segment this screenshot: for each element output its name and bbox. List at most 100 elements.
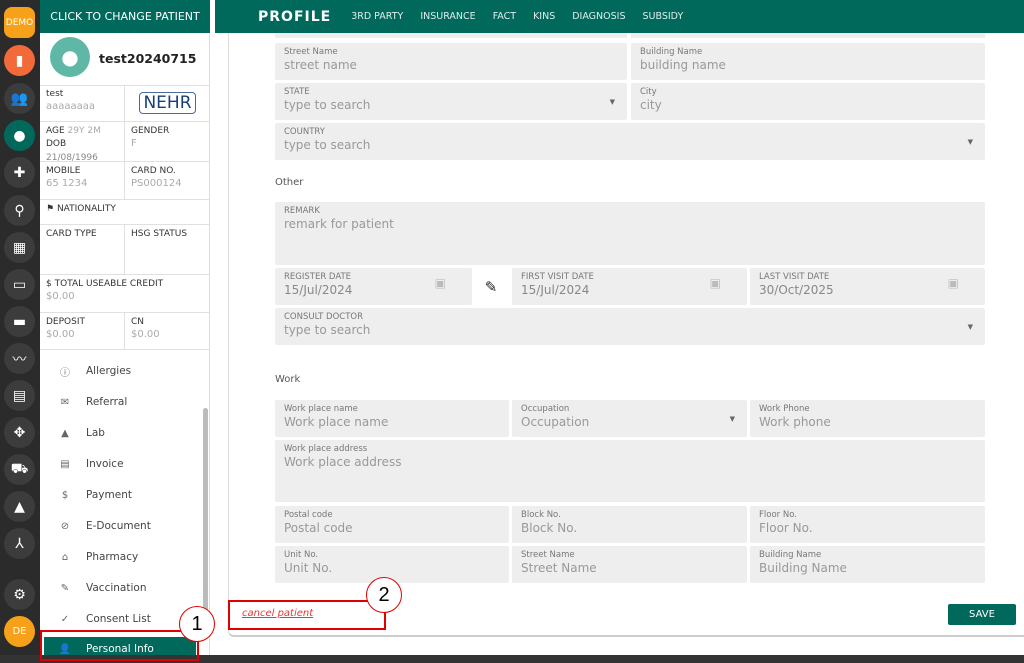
- menu-item-pharmacy[interactable]: ⌂ Pharmacy: [44, 544, 196, 570]
- field-label: COUNTRY: [284, 127, 325, 137]
- field-value: Street Name: [521, 561, 597, 575]
- tab-fact[interactable]: FACT: [493, 11, 516, 22]
- edit-pencil-icon[interactable]: ✎: [472, 268, 510, 305]
- remark-field[interactable]: REMARK remark for patient: [275, 202, 985, 265]
- nehr-logo[interactable]: NEHR: [125, 85, 210, 122]
- tab-kins[interactable]: KINS: [533, 11, 555, 22]
- menu-item-payment[interactable]: $ Payment: [44, 482, 196, 508]
- doctor-field[interactable]: CONSULT DOCTOR type to search ▼: [275, 308, 985, 345]
- wp-addr-field[interactable]: Work place address Work place address: [275, 440, 985, 502]
- last-field[interactable]: LAST VISIT DATE 30/Oct/2025 ▣: [750, 268, 985, 305]
- network-icon[interactable]: ✥: [4, 417, 35, 448]
- chart-icon[interactable]: 〰: [4, 343, 35, 374]
- scrollbar[interactable]: [203, 408, 208, 638]
- wstreet-field[interactable]: Street Name Street Name: [512, 546, 747, 583]
- street-field[interactable]: Street Name street name: [275, 43, 627, 80]
- menu-label: Vaccination: [86, 582, 147, 594]
- gear-icon[interactable]: ⚙: [4, 579, 35, 610]
- patient-name: test20240715: [99, 51, 197, 66]
- field-label: CONSULT DOCTOR: [284, 312, 364, 322]
- flask-icon[interactable]: ▲: [4, 491, 35, 522]
- wp-name-field[interactable]: Work place name Work place name: [275, 400, 509, 437]
- demo-button[interactable]: DEMO: [4, 7, 35, 38]
- tab-3rd-party[interactable]: 3RD PARTY: [351, 11, 403, 22]
- calendar-icon[interactable]: ▣: [710, 276, 721, 290]
- person-icon[interactable]: ●: [4, 120, 35, 151]
- building-field[interactable]: Building Name building name: [631, 43, 985, 80]
- menu-icon: ✎: [60, 582, 70, 594]
- store-icon[interactable]: ▬: [4, 306, 35, 337]
- age-field: AGE 29Y 2M DOB 21/08/1996: [40, 122, 125, 163]
- field-value: Floor No.: [759, 521, 813, 535]
- first-field[interactable]: FIRST VISIT DATE 15/Jul/2024 ▣: [512, 268, 747, 305]
- field-value: Block No.: [521, 521, 578, 535]
- nationality-field: ⚑ NATIONALITY: [40, 200, 210, 225]
- menu-item-allergies[interactable]: ⓘ Allergies: [44, 358, 196, 384]
- save-button[interactable]: SAVE: [948, 604, 1016, 625]
- merge-icon[interactable]: ⅄: [4, 528, 35, 559]
- field-label: Building Name: [759, 550, 822, 560]
- chevron-down-icon[interactable]: ▼: [968, 323, 973, 331]
- profile-tabs: PROFILE 3RD PARTY INSURANCE FACT KINS DI…: [215, 0, 1024, 33]
- chevron-down-icon[interactable]: ▼: [968, 138, 973, 146]
- menu-item-vaccination[interactable]: ✎ Vaccination: [44, 575, 196, 601]
- add-icon[interactable]: ✚: [4, 157, 35, 188]
- city-field[interactable]: City city: [631, 83, 985, 120]
- occupation-field[interactable]: Occupation Occupation ▼: [512, 400, 747, 437]
- menu-label: Lab: [86, 427, 105, 439]
- patients-icon[interactable]: 👥: [4, 83, 35, 114]
- patient-short-name: test aaaaaaaa: [40, 85, 125, 122]
- menu-item-e-document[interactable]: ⊘ E-Document: [44, 513, 196, 539]
- register-field[interactable]: REGISTER DATE 15/Jul/2024 ▣: [275, 268, 472, 305]
- field-label: Unit No.: [284, 550, 319, 560]
- tab-profile[interactable]: PROFILE: [258, 9, 331, 25]
- search-icon[interactable]: ⚲: [4, 195, 35, 226]
- truck-icon[interactable]: ⛟: [4, 454, 35, 485]
- field-label: Street Name: [284, 47, 338, 57]
- menu-item-invoice[interactable]: ▤ Invoice: [44, 451, 196, 477]
- calendar-icon[interactable]: ▭: [4, 269, 35, 300]
- field-label: LAST VISIT DATE: [759, 272, 830, 282]
- tab-diagnosis[interactable]: DIAGNOSIS: [572, 11, 625, 22]
- field-value: type to search: [284, 138, 371, 152]
- field-label: Work place name: [284, 404, 358, 414]
- field-label: Street Name: [521, 550, 575, 560]
- field-value: 30/Oct/2025: [759, 283, 834, 297]
- section-work: Work: [275, 374, 301, 385]
- document-icon[interactable]: ▤: [4, 380, 35, 411]
- menu-item-consent-list[interactable]: ✓ Consent List: [44, 606, 196, 632]
- postal-field[interactable]: Postal code Postal code: [275, 506, 509, 543]
- field-label: Work place address: [284, 444, 368, 454]
- change-patient-button[interactable]: CLICK TO CHANGE PATIENT: [40, 0, 210, 33]
- unit-field[interactable]: Unit No. Unit No.: [275, 546, 509, 583]
- chevron-down-icon[interactable]: ▼: [610, 98, 615, 106]
- wphone-field[interactable]: Work Phone Work phone: [750, 400, 985, 437]
- menu-item-lab[interactable]: ▲ Lab: [44, 420, 196, 446]
- field-value: Postal code: [284, 521, 353, 535]
- user-avatar[interactable]: DE: [4, 616, 35, 647]
- field-value: Building Name: [759, 561, 847, 575]
- calendar-icon[interactable]: ▣: [435, 276, 446, 290]
- country-field[interactable]: COUNTRY type to search ▼: [275, 123, 985, 160]
- menu-label: Payment: [86, 489, 132, 501]
- menu-item-referral[interactable]: ✉ Referral: [44, 389, 196, 415]
- calendar-icon[interactable]: ▣: [948, 276, 959, 290]
- map-icon[interactable]: ▮: [4, 45, 35, 76]
- menu-icon: $: [61, 489, 69, 501]
- wbuilding-field[interactable]: Building Name Building Name: [750, 546, 985, 583]
- state-field[interactable]: STATE type to search ▼: [275, 83, 627, 120]
- annotation-box-2: [228, 600, 386, 630]
- chevron-down-icon[interactable]: ▼: [730, 415, 735, 423]
- tab-insurance[interactable]: INSURANCE: [420, 11, 475, 22]
- menu-icon: ✓: [60, 613, 70, 625]
- credit-field: $ TOTAL USEABLE CREDIT $0.00: [40, 275, 210, 313]
- menu-icon: ⓘ: [60, 367, 70, 379]
- menu-label: Consent List: [86, 613, 151, 625]
- floor-field[interactable]: Floor No. Floor No.: [750, 506, 985, 543]
- dashboard-icon[interactable]: ▦: [4, 232, 35, 263]
- menu-label: Allergies: [86, 365, 132, 377]
- menu-icon: ▤: [60, 458, 70, 470]
- tab-subsidy[interactable]: SUBSIDY: [643, 11, 684, 22]
- block-field[interactable]: Block No. Block No.: [512, 506, 747, 543]
- section-other: Other: [275, 177, 304, 188]
